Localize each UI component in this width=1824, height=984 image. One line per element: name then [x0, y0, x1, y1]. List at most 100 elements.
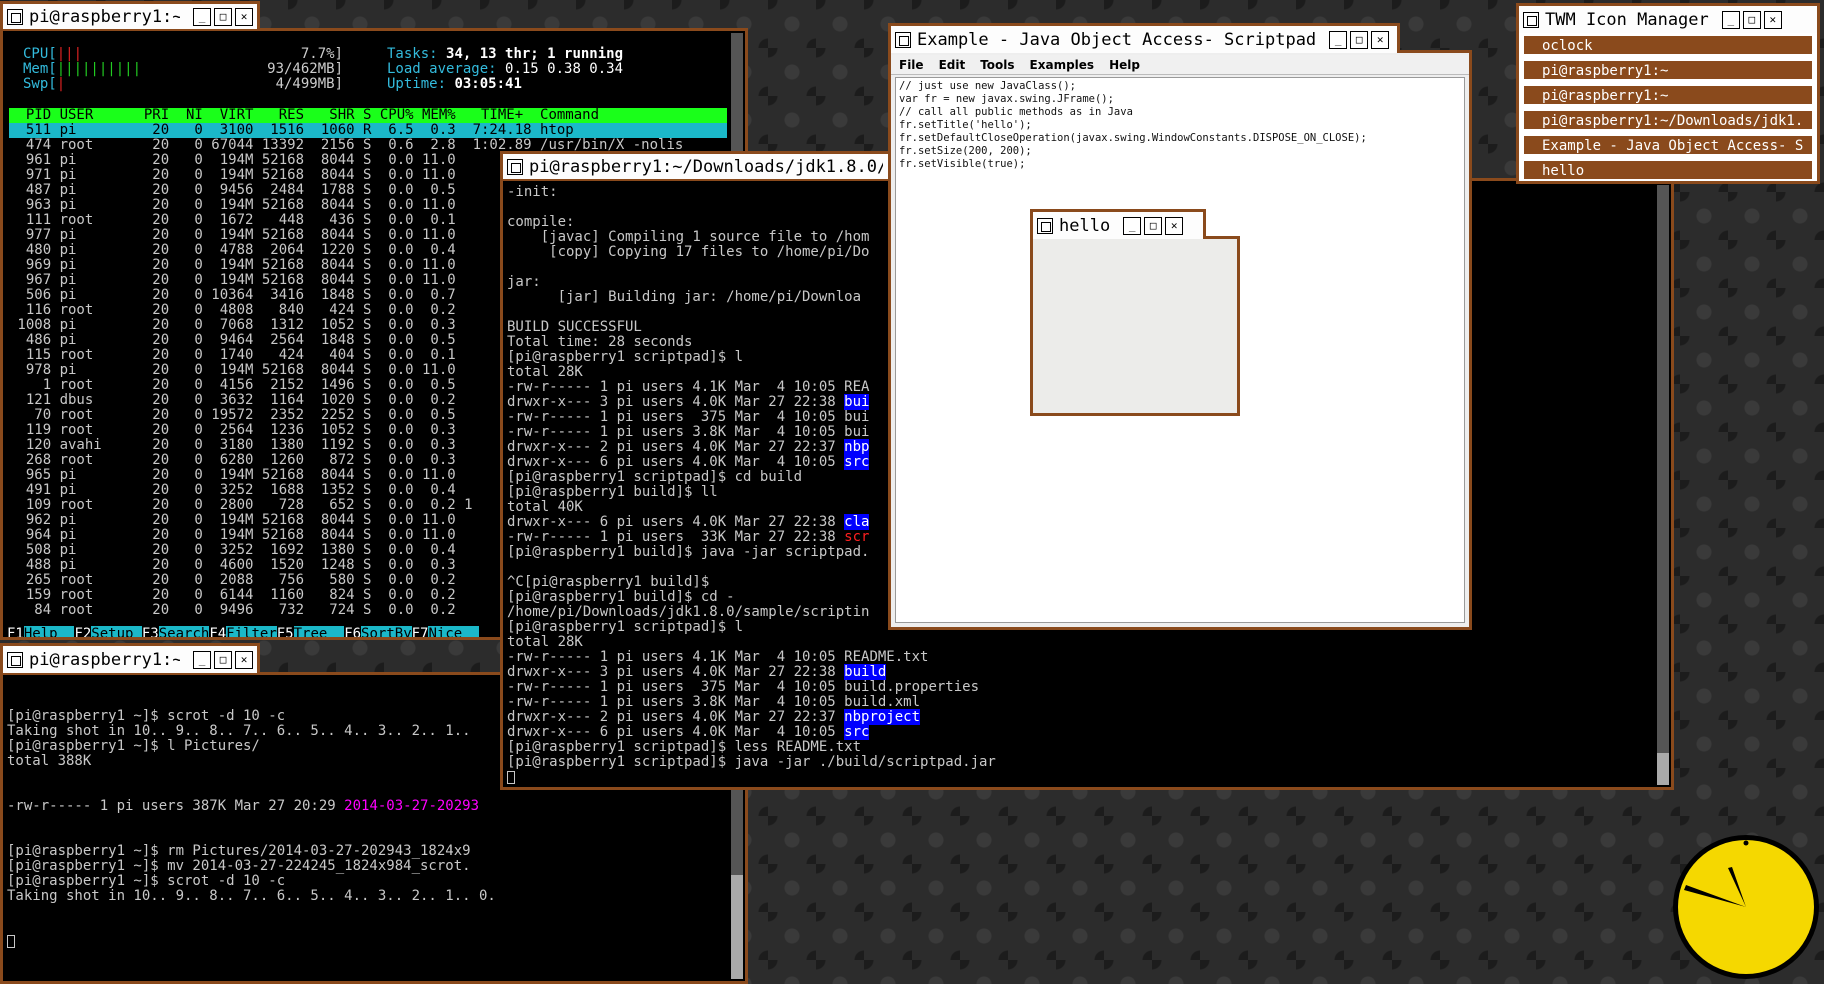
fkey-f1[interactable]: F1 — [7, 626, 24, 638]
close-button[interactable]: ✕ — [1371, 30, 1390, 49]
iconify-button[interactable]: _ — [193, 7, 211, 26]
process-row[interactable]: 511 pi 20 0 3100 1516 1060 R 6.5 0.3 7:2… — [9, 123, 727, 138]
fkey-f2[interactable]: F2 — [74, 626, 91, 638]
terminal-line: Taking shot in 10.. 9.. 8.. 7.. 6.. 5.. … — [7, 888, 496, 904]
ls-meta: drwxr-x--- 6 pi users 4.0K Mar 4 10:05 — [507, 454, 845, 470]
code-line: var fr = new javax.swing.JFrame(); — [899, 93, 1114, 105]
iconify-button[interactable]: _ — [1329, 30, 1348, 49]
maximize-button[interactable]: □ — [1144, 216, 1163, 235]
ls-meta: -rw-r----- 1 pi users 4.1K Mar 4 10:05 — [507, 379, 845, 395]
scriptpad-titlebar[interactable]: Example - Java Object Access- Scriptpad … — [888, 23, 1400, 53]
menu-file[interactable]: File — [899, 58, 924, 72]
icon-manager-item[interactable]: pi@raspberry1:~ — [1523, 85, 1813, 105]
close-button[interactable]: ✕ — [235, 650, 253, 669]
icon-manager-window[interactable]: TWM Icon Manager _ □ ✕ oclock pi@raspberr… — [1516, 3, 1820, 184]
fkey-f3[interactable]: F3 — [142, 626, 159, 638]
cpu-meter: CPU[||| 7.7%] — [23, 46, 343, 62]
window-title: pi@raspberry1:~ — [29, 649, 180, 670]
ls-row: -rw-r----- 1 pi users 375 Mar 4 10:05 bu… — [507, 680, 1653, 695]
ls-meta: drwxr-x--- 6 pi users 4.0K Mar 27 22:38 — [507, 514, 845, 530]
terminal-jdk-titlebar[interactable]: pi@raspberry1:~/Downloads/jdk1.8.0/s — [500, 151, 900, 179]
iconify-button[interactable]: _ — [193, 650, 211, 669]
menu-tools[interactable]: Tools — [980, 58, 1014, 72]
window-title: TWM Icon Manager — [1545, 9, 1709, 30]
fkey-f4[interactable]: F4 — [209, 626, 226, 638]
fkey-f7[interactable]: F7 — [412, 626, 429, 638]
fkey-f5[interactable]: F5 — [277, 626, 294, 638]
window-icon[interactable] — [7, 651, 23, 668]
htop-titlebar[interactable]: pi@raspberry1:~ _ □ ✕ — [0, 1, 260, 29]
fkey-f6[interactable]: F6 — [344, 626, 361, 638]
ls-filename: nbproject — [844, 709, 921, 725]
hello-titlebar[interactable]: hello _ □ ✕ — [1030, 209, 1206, 239]
ls-row: -rw-r----- 1 pi users 3.8K Mar 4 10:05 b… — [507, 695, 1653, 710]
fkey-label[interactable]: Nice — [428, 626, 480, 637]
fkey-label[interactable]: Search — [158, 626, 210, 637]
close-button[interactable]: ✕ — [235, 7, 253, 26]
process-table-header[interactable]: PID USER PRI NI VIRT RES SHR S CPU% MEM%… — [9, 108, 727, 123]
window-title: Example - Java Object Access- Scriptpad — [917, 29, 1317, 50]
function-key-bar[interactable]: F1Help F2Setup F3SearchF4FilterF5Tree F6… — [7, 626, 480, 638]
maximize-button[interactable]: □ — [214, 650, 232, 669]
ls-row: drwxr-x--- 2 pi users 4.0K Mar 27 22:37 … — [507, 709, 1653, 725]
fkey-label[interactable]: Setup — [91, 626, 142, 637]
ls-meta: -rw-r----- 1 pi users 375 Mar 4 10:05 — [507, 409, 845, 425]
ls-meta: drwxr-x--- 2 pi users 4.0K Mar 27 22:37 — [507, 439, 845, 455]
ls-meta: drwxr-x--- 3 pi users 4.0K Mar 27 22:38 — [507, 394, 845, 410]
ls-filename: build.properties — [844, 679, 980, 695]
code-line: // just use new JavaClass(); — [899, 80, 1077, 92]
close-button[interactable]: ✕ — [1763, 10, 1782, 29]
icon-manager-item[interactable]: pi@raspberry1:~ — [1523, 60, 1813, 80]
cursor-line — [507, 770, 1653, 785]
fkey-label[interactable]: Filter — [226, 626, 277, 637]
iconify-button[interactable]: _ — [1721, 10, 1740, 29]
ls-filename: scr — [844, 529, 870, 545]
terminal-jdk-scrollbar[interactable] — [1657, 185, 1669, 785]
ls-meta: -rw-r----- 1 pi users 4.1K Mar 4 10:05 — [507, 649, 845, 665]
ls-filename: nbp — [844, 439, 870, 455]
menu-edit[interactable]: Edit — [939, 58, 966, 72]
icon-manager-item[interactable]: hello — [1523, 160, 1813, 180]
oclock-widget[interactable] — [1670, 832, 1822, 982]
mem-meter: Mem[|||||||||| 93/462MB] — [23, 61, 343, 77]
maximize-button[interactable]: □ — [1350, 30, 1369, 49]
iconify-button[interactable]: _ — [1123, 216, 1142, 235]
icon-manager-item[interactable]: Example - Java Object Access- S — [1523, 135, 1813, 155]
maximize-button[interactable]: □ — [214, 7, 232, 26]
code-line: fr.setSize(200, 200); — [899, 145, 1032, 157]
menu-examples[interactable]: Examples — [1030, 58, 1095, 72]
ls-filename: src — [844, 454, 870, 470]
window-icon[interactable] — [1523, 11, 1539, 28]
fkey-label[interactable]: SortBy — [361, 626, 412, 637]
clock-face — [1673, 835, 1819, 979]
scrollbar-thumb[interactable] — [731, 875, 743, 979]
window-title: hello — [1059, 215, 1111, 236]
window-icon[interactable] — [507, 158, 523, 175]
ls-meta: -rw-r----- 1 pi users 375 Mar 4 10:05 — [507, 679, 845, 695]
ls-meta: drwxr-x--- 6 pi users 4.0K Mar 4 10:05 — [507, 724, 845, 740]
icon-manager-list: oclock pi@raspberry1:~ pi@raspberry1:~ pi@r… — [1519, 33, 1817, 181]
icon-manager-item[interactable]: oclock — [1523, 35, 1813, 55]
terminal-line: [pi@raspberry1 ~]$ scrot -d 10 -c — [7, 873, 286, 889]
window-icon[interactable] — [7, 8, 23, 25]
ls-filename: src — [844, 724, 870, 740]
icon-manager-item[interactable]: pi@raspberry1:~/Downloads/jdk1. — [1523, 110, 1813, 130]
scrollbar-thumb[interactable] — [1657, 753, 1669, 785]
hello-window[interactable]: hello _ □ ✕ — [1030, 209, 1240, 416]
maximize-button[interactable]: □ — [1742, 10, 1761, 29]
scriptpad-menubar: File Edit Tools Examples Help — [891, 55, 1469, 75]
window-icon[interactable] — [895, 31, 911, 48]
ls-filename: bui — [844, 409, 870, 425]
code-line: fr.setDefaultCloseOperation(javax.swing.… — [899, 132, 1367, 144]
close-button[interactable]: ✕ — [1165, 216, 1184, 235]
ls-filename: bui — [844, 424, 870, 440]
menu-help[interactable]: Help — [1109, 58, 1140, 72]
terminal-line: total 28K — [507, 634, 583, 650]
fkey-label[interactable]: Help — [23, 626, 75, 637]
icon-manager-titlebar[interactable]: TWM Icon Manager _ □ ✕ — [1516, 3, 1820, 33]
terminal-home-titlebar[interactable]: pi@raspberry1:~ _ □ ✕ — [0, 643, 260, 673]
ls-filename: README.txt — [844, 649, 929, 665]
fkey-label[interactable]: Tree — [293, 626, 345, 637]
load-line: Load average: 0.15 0.38 0.34 — [387, 61, 624, 77]
window-icon[interactable] — [1037, 217, 1053, 234]
